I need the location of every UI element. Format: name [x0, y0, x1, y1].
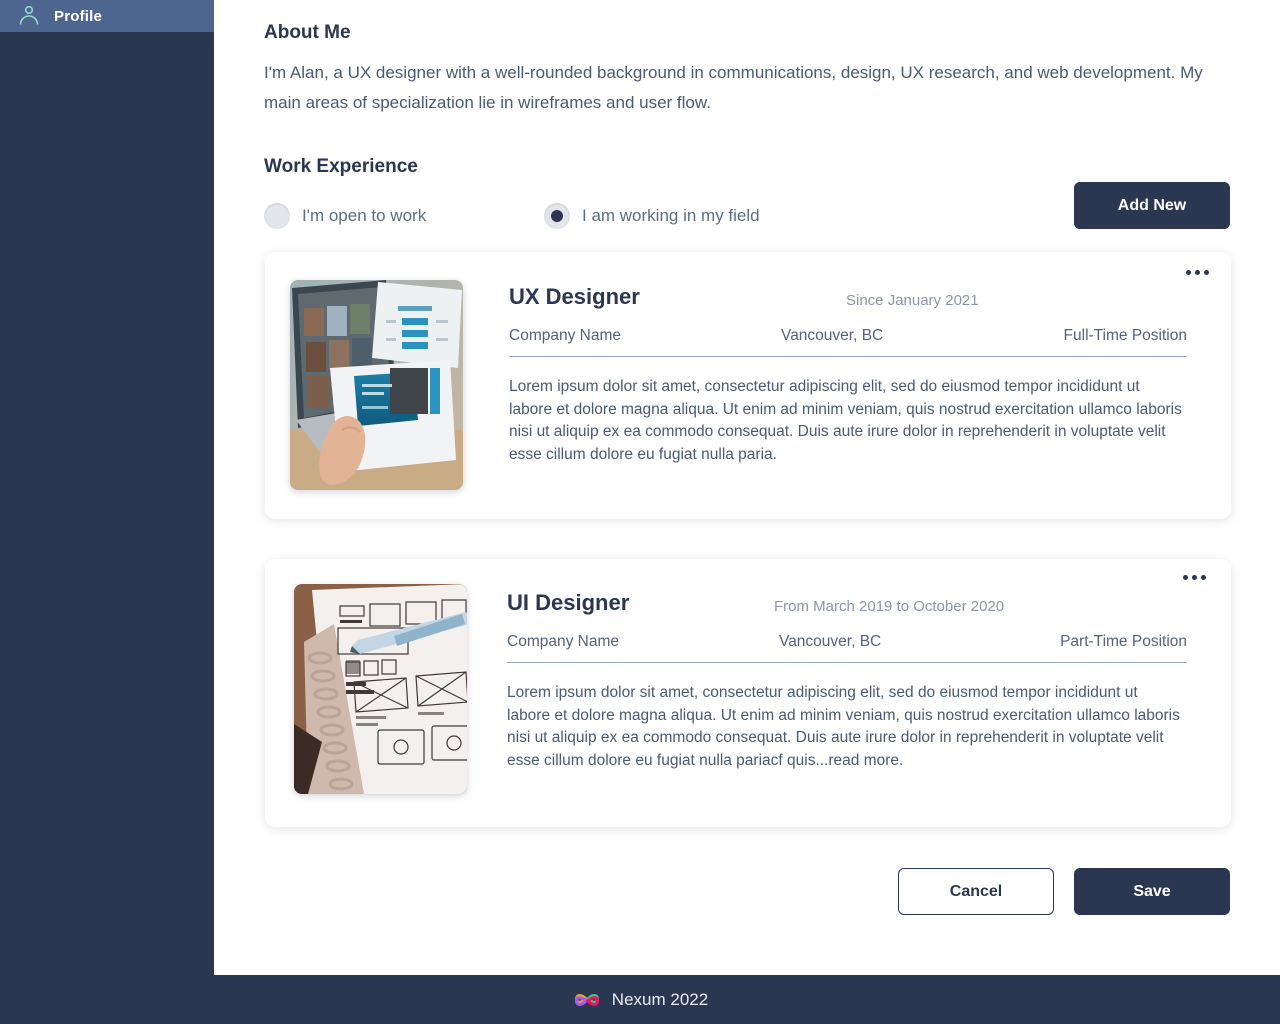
sidebar-item-profile[interactable]: Profile [0, 0, 214, 32]
experience-card[interactable]: UX Designer Since January 2021 Company N… [265, 252, 1231, 519]
experience-details: UX Designer Since January 2021 Company N… [509, 284, 1187, 466]
radio-open-to-work-control[interactable] [264, 203, 290, 229]
kebab-menu-icon[interactable] [1186, 270, 1209, 275]
experience-description: Lorem ipsum dolor sit amet, consectetur … [509, 378, 1182, 463]
about-me-text: I'm Alan, a UX designer with a well-roun… [264, 63, 1203, 112]
experience-company: Company Name [509, 327, 621, 344]
main-content-panel: About Me I'm Alan, a UX designer with a … [214, 0, 1280, 975]
work-experience-heading: Work Experience [264, 156, 418, 177]
experience-title: UX Designer [509, 284, 640, 309]
radio-open-to-work-label: I'm open to work [302, 206, 427, 225]
experience-location: Vancouver, BC [781, 327, 884, 344]
save-button[interactable]: Save [1074, 868, 1230, 915]
brand-label: Nexum 2022 [611, 989, 709, 1009]
experience-thumbnail [290, 280, 463, 490]
radio-option-working-in-field[interactable]: I am working in my field [544, 203, 760, 229]
experience-meta-row: Company Name Vancouver, BC Part-Time Pos… [507, 633, 1187, 663]
experience-type: Full-Time Position [1063, 327, 1187, 344]
experience-title: UI Designer [507, 590, 630, 615]
experience-type: Part-Time Position [1060, 633, 1187, 650]
experience-company: Company Name [507, 633, 619, 650]
experience-location: Vancouver, BC [779, 633, 882, 650]
experience-date: From March 2019 to October 2020 [774, 598, 1005, 615]
experience-details: UI Designer From March 2019 to October 2… [507, 590, 1187, 772]
experience-card[interactable]: UI Designer From March 2019 to October 2… [265, 559, 1231, 827]
person-icon [18, 6, 40, 26]
kebab-menu-icon[interactable] [1183, 575, 1206, 580]
radio-option-open-to-work[interactable]: I'm open to work [264, 203, 426, 229]
about-me-heading: About Me [264, 22, 351, 43]
add-new-button[interactable]: Add New [1074, 182, 1230, 229]
experience-thumbnail [294, 584, 467, 794]
radio-working-in-field-label: I am working in my field [582, 206, 760, 225]
experience-date: Since January 2021 [846, 292, 979, 309]
experience-meta-row: Company Name Vancouver, BC Full-Time Pos… [509, 327, 1187, 357]
radio-working-in-field-control[interactable] [544, 203, 570, 229]
app-footer: Nexum 2022 [0, 975, 1280, 1024]
experience-description: Lorem ipsum dolor sit amet, consectetur … [507, 684, 1180, 769]
sidebar: Profile [0, 0, 214, 975]
nexum-loops-logo-icon [572, 985, 602, 1015]
sidebar-item-label: Profile [54, 7, 103, 25]
cancel-button[interactable]: Cancel [898, 868, 1054, 915]
